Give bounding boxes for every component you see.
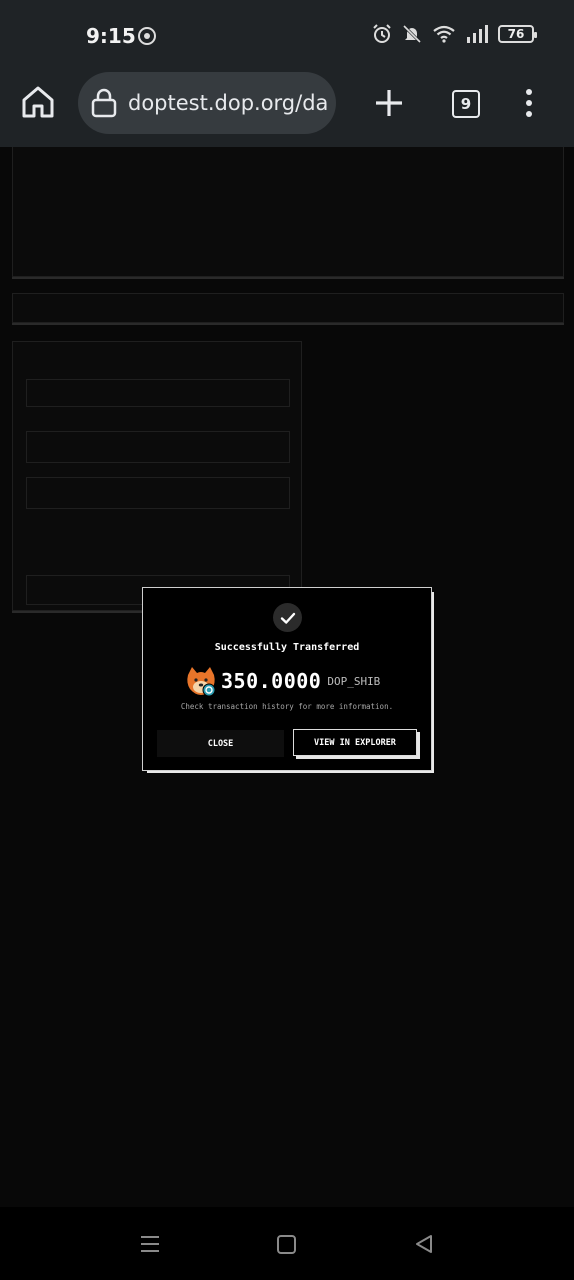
tab-switcher-button[interactable]: 9: [452, 90, 480, 118]
home-icon[interactable]: [18, 82, 58, 122]
amount-row: 350.0000 DOP_SHIB: [185, 666, 381, 697]
modal-title: Successfully Transferred: [214, 642, 360, 653]
bg-dropdown: [12, 293, 564, 323]
token-icon: [187, 667, 216, 697]
bg-divider: [12, 277, 564, 279]
home-square-icon[interactable]: [277, 1235, 296, 1254]
url-bar[interactable]: doptest.dop.org/da: [78, 72, 336, 134]
system-nav-bar: [0, 1207, 574, 1280]
bg-field: [26, 477, 290, 509]
status-icons: 76: [372, 24, 537, 44]
plus-icon[interactable]: [372, 86, 406, 120]
bg-field: [26, 431, 290, 463]
view-in-explorer-button[interactable]: VIEW IN EXPLORER: [293, 729, 417, 756]
check-icon: [273, 603, 302, 632]
close-button[interactable]: CLOSE: [157, 730, 284, 757]
battery-icon: 76: [498, 25, 537, 43]
alarm-icon: [373, 24, 391, 43]
mute-icon: [402, 24, 422, 44]
url-text: doptest.dop.org/da: [128, 91, 329, 115]
recents-icon[interactable]: [140, 1235, 160, 1253]
bg-field: [26, 379, 290, 407]
browser-chrome: 9:15 76 doptest.dop.org/da 9: [0, 0, 574, 147]
bg-panel-top: [12, 147, 564, 277]
more-vert-icon[interactable]: [522, 88, 536, 118]
wifi-icon: [433, 25, 455, 43]
back-icon[interactable]: [414, 1234, 434, 1254]
transfer-success-modal: Successfully Transferred 350.0000 DOP_SH…: [142, 587, 432, 771]
chrome-icon: [138, 27, 156, 45]
token-symbol: DOP_SHIB: [327, 674, 381, 688]
transfer-amount: 350.0000: [221, 669, 322, 693]
lock-icon: [91, 88, 117, 118]
modal-subtitle: Check transaction history for more infor…: [180, 702, 394, 711]
signal-icon: [467, 25, 488, 43]
status-time: 9:15: [86, 24, 136, 48]
bg-divider: [12, 323, 564, 325]
